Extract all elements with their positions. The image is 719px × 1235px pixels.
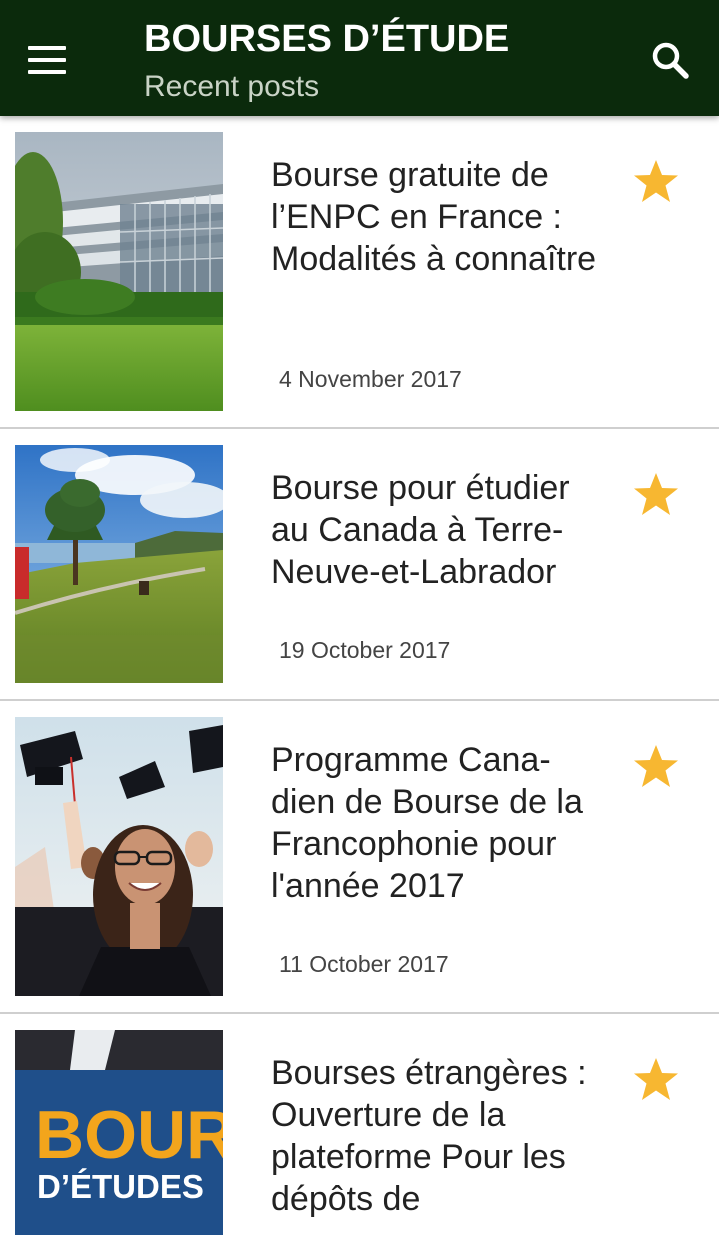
app-subtitle: Recent posts xyxy=(144,70,320,103)
post-list-item[interactable]: Bourse gratuite de l’ENPC en France : Mo… xyxy=(0,116,719,429)
post-title[interactable]: Bourses étrangères : Ouverture de la pla… xyxy=(271,1052,601,1220)
post-list-item[interactable]: BOUR D’ÉTUDES Bourses étrangères : Ouver… xyxy=(0,1014,719,1235)
hamburger-menu-icon[interactable] xyxy=(22,38,72,82)
post-thumbnail xyxy=(15,445,223,683)
star-icon[interactable] xyxy=(632,743,680,791)
star-icon[interactable] xyxy=(632,158,680,206)
search-icon[interactable] xyxy=(646,36,696,86)
post-date: 4 November 2017 xyxy=(279,366,462,392)
star-icon[interactable] xyxy=(632,471,680,519)
post-title[interactable]: Bourse pour étudier au Canada à Terre-Ne… xyxy=(271,467,601,593)
top-app-bar: BOURSES D’ÉTUDE Recent posts xyxy=(0,0,719,116)
post-date: 19 October 2017 xyxy=(279,637,451,663)
post-thumbnail xyxy=(15,132,223,411)
post-thumbnail: BOUR D’ÉTUDES xyxy=(15,1030,223,1235)
post-thumbnail xyxy=(15,717,223,996)
post-list-item[interactable]: Programme Cana-dien de Bourse de la Fran… xyxy=(0,701,719,1014)
poster-bourses-text: BOUR xyxy=(35,1097,223,1173)
app-title: BOURSES D’ÉTUDE xyxy=(144,18,510,60)
post-title[interactable]: Programme Cana-dien de Bourse de la Fran… xyxy=(271,739,601,907)
post-list-item[interactable]: Bourse pour étudier au Canada à Terre-Ne… xyxy=(0,429,719,701)
poster-etudes-text: D’ÉTUDES xyxy=(37,1168,204,1205)
post-title[interactable]: Bourse gratuite de l’ENPC en France : Mo… xyxy=(271,154,601,280)
post-date: 11 October 2017 xyxy=(279,951,449,977)
star-icon[interactable] xyxy=(632,1056,680,1104)
app-screen: BOURSES D’ÉTUDE Recent posts Bourse grat… xyxy=(0,0,719,1235)
